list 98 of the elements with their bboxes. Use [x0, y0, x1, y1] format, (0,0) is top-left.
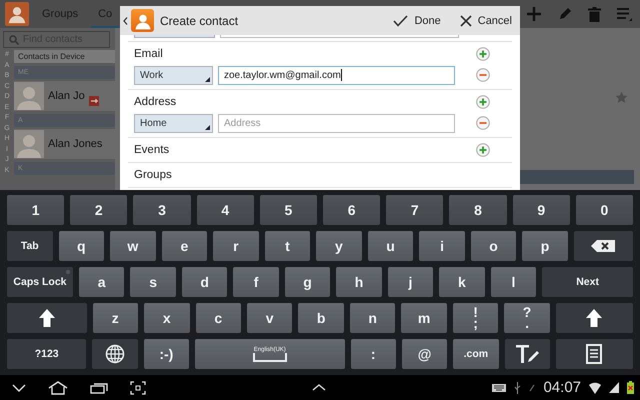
type-dropdown[interactable]: Work: [134, 66, 213, 84]
contact-row[interactable]: Alan Jones: [14, 129, 115, 159]
usb-icon: [514, 382, 522, 394]
key[interactable]: Tab: [7, 231, 53, 261]
key[interactable]: b: [298, 303, 344, 333]
add-icon[interactable]: [476, 143, 490, 157]
avatar-icon: [14, 82, 44, 110]
key[interactable]: a: [78, 267, 124, 297]
contacts-app-icon: [5, 2, 29, 26]
key[interactable]: s: [130, 267, 176, 297]
text-field[interactable]: zoe.taylor.wm@gmail.com: [218, 66, 455, 84]
arrow-up-icon: [586, 309, 602, 327]
key[interactable]: 5: [260, 195, 318, 225]
key[interactable]: 9: [512, 195, 570, 225]
section-label: Events: [134, 144, 170, 156]
key[interactable]: k: [439, 267, 485, 297]
key[interactable]: c: [196, 303, 241, 333]
key[interactable]: Next: [542, 267, 634, 297]
key[interactable]: h: [336, 267, 382, 297]
key[interactable]: 8: [449, 195, 507, 225]
contact-icon: [131, 9, 154, 32]
key[interactable]: r: [213, 231, 259, 261]
key[interactable]: :: [350, 339, 396, 369]
key[interactable]: ? .: [504, 303, 550, 333]
back-icon[interactable]: [123, 16, 128, 24]
key[interactable]: 2: [70, 195, 128, 225]
key[interactable]: d: [182, 267, 228, 297]
key[interactable]: 7: [386, 195, 444, 225]
text-field[interactable]: Address: [218, 114, 455, 132]
key[interactable]: e: [162, 231, 208, 261]
key[interactable]: @: [402, 339, 448, 369]
clock: 04:07: [543, 379, 582, 396]
shift-key[interactable]: [7, 303, 87, 333]
key[interactable]: 3: [133, 195, 191, 225]
key[interactable]: i: [419, 231, 465, 261]
recent-apps-icon[interactable]: [90, 382, 108, 394]
avatar-icon: [14, 130, 44, 158]
check-icon: [393, 14, 408, 26]
wifi-icon: [589, 382, 602, 394]
key[interactable]: n: [350, 303, 396, 333]
section-label: Groups: [134, 169, 172, 181]
key[interactable]: f: [233, 267, 279, 297]
backspace-key[interactable]: [574, 231, 634, 261]
key[interactable]: j: [388, 267, 434, 297]
caret-up-icon[interactable]: [312, 384, 326, 391]
signal-icon: [609, 382, 620, 393]
key[interactable]: z: [92, 303, 138, 333]
search-icon: [9, 34, 19, 44]
add-icon[interactable]: [476, 47, 490, 61]
key[interactable]: :-): [144, 339, 189, 369]
handwriting-key[interactable]: [504, 339, 550, 369]
key[interactable]: Caps Lock: [7, 267, 73, 297]
screenshot-icon[interactable]: [130, 380, 146, 394]
star-icon[interactable]: [615, 91, 628, 104]
key[interactable]: 6: [323, 195, 380, 225]
add-icon[interactable]: [476, 95, 490, 109]
list-title: Contacts in Device: [14, 50, 115, 63]
type-dropdown[interactable]: Home: [134, 114, 213, 132]
clipboard-icon: [586, 344, 602, 364]
key[interactable]: g: [284, 267, 330, 297]
space-bar-icon: [252, 352, 287, 362]
cancel-button[interactable]: Cancel: [452, 6, 520, 35]
key[interactable]: w: [110, 231, 156, 261]
key[interactable]: 0: [576, 195, 634, 225]
key[interactable]: 4: [196, 195, 254, 225]
remove-icon[interactable]: [476, 116, 490, 130]
keyboard-icon: [492, 383, 506, 392]
arrow-up-icon: [38, 309, 55, 327]
done-button[interactable]: Done: [385, 6, 449, 35]
key[interactable]: 1: [7, 195, 64, 225]
language-key[interactable]: [92, 339, 138, 369]
close-icon: [460, 14, 472, 26]
clipboard-key[interactable]: [556, 339, 633, 369]
shift-key[interactable]: [556, 303, 634, 333]
text-pen-icon: [515, 343, 540, 365]
remove-icon[interactable]: [476, 68, 490, 82]
key[interactable]: q: [58, 231, 104, 261]
key[interactable]: t: [264, 231, 310, 261]
key[interactable]: .com: [453, 339, 499, 369]
globe-icon: [104, 344, 125, 364]
sync-icon: [529, 384, 536, 392]
section-label: Email: [134, 48, 163, 60]
key[interactable]: u: [368, 231, 414, 261]
key[interactable]: m: [401, 303, 447, 333]
key[interactable]: x: [144, 303, 190, 333]
contact-row[interactable]: Alan Jo: [14, 81, 115, 111]
battery-icon: [627, 381, 634, 394]
backspace-icon: [591, 240, 616, 252]
section-label: Address: [134, 96, 176, 108]
key[interactable]: l: [490, 267, 536, 297]
key[interactable]: ?123: [7, 339, 86, 369]
key[interactable]: y: [316, 231, 362, 261]
dialog-title: Create contact: [160, 14, 238, 28]
key[interactable]: o: [470, 231, 516, 261]
key[interactable]: v: [246, 303, 292, 333]
key[interactable]: p: [522, 231, 568, 261]
home-icon[interactable]: [48, 380, 68, 394]
key[interactable]: ! ;: [452, 303, 498, 333]
